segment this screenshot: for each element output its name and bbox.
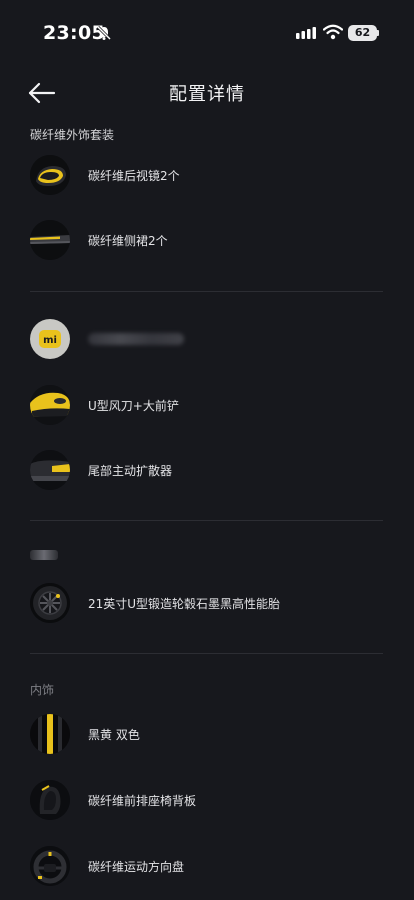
- side-skirt-thumbnail: [30, 220, 70, 260]
- rear-diffuser-thumbnail: [30, 450, 70, 490]
- list-item[interactable]: 21英寸U型锻造轮毂石墨黑高性能胎: [30, 583, 390, 627]
- list-item[interactable]: 碳纤维运动方向盘: [30, 846, 390, 890]
- item-label: 21英寸U型锻造轮毂石墨黑高性能胎: [88, 597, 281, 611]
- steering-wheel-thumbnail: [30, 846, 70, 886]
- svg-text:mi: mi: [43, 335, 57, 346]
- wheel-thumbnail: [30, 583, 70, 623]
- divider: [30, 653, 383, 654]
- mi-logo-thumbnail: mi: [30, 319, 70, 359]
- list-item[interactable]: 碳纤维前排座椅背板: [30, 780, 390, 824]
- blurred-label: [88, 333, 184, 345]
- section-title-exterior-kit: 碳纤维外饰套装: [30, 128, 115, 142]
- list-item[interactable]: 黑黄 双色: [30, 714, 390, 758]
- item-label: 碳纤维前排座椅背板: [88, 794, 197, 808]
- wifi-icon: [323, 24, 343, 40]
- item-label: 碳纤维后视镜2个: [88, 169, 180, 183]
- black-yellow-swatch: [30, 714, 70, 754]
- divider: [30, 520, 383, 521]
- silent-bell-icon: [96, 25, 112, 41]
- item-label: U型风刀+大前铲: [88, 399, 179, 413]
- signal-icon: [296, 27, 316, 39]
- item-label: 黑黄 双色: [88, 728, 140, 742]
- mirror-thumbnail: [30, 155, 70, 195]
- status-bar: 23:05 62: [0, 0, 414, 64]
- front-splitter-thumbnail: [30, 385, 70, 425]
- seat-back-thumbnail: [30, 780, 70, 820]
- battery-indicator: 62: [348, 25, 377, 41]
- battery-cap: [377, 30, 379, 36]
- item-label: 碳纤维运动方向盘: [88, 860, 185, 874]
- list-item[interactable]: 碳纤维后视镜2个: [30, 155, 390, 199]
- wheel-section-thumbnail: [30, 550, 58, 560]
- section-title-interior: 内饰: [30, 683, 55, 697]
- list-item[interactable]: 尾部主动扩散器: [30, 450, 390, 494]
- page-title: 配置详情: [169, 84, 245, 105]
- list-item[interactable]: U型风刀+大前铲: [30, 385, 390, 429]
- list-item[interactable]: 碳纤维侧裙2个: [30, 220, 390, 264]
- divider: [30, 291, 383, 292]
- nav-bar: 配置详情: [0, 70, 414, 114]
- item-label: 碳纤维侧裙2个: [88, 234, 168, 248]
- list-item[interactable]: mi: [30, 319, 390, 363]
- item-label: 尾部主动扩散器: [88, 464, 173, 478]
